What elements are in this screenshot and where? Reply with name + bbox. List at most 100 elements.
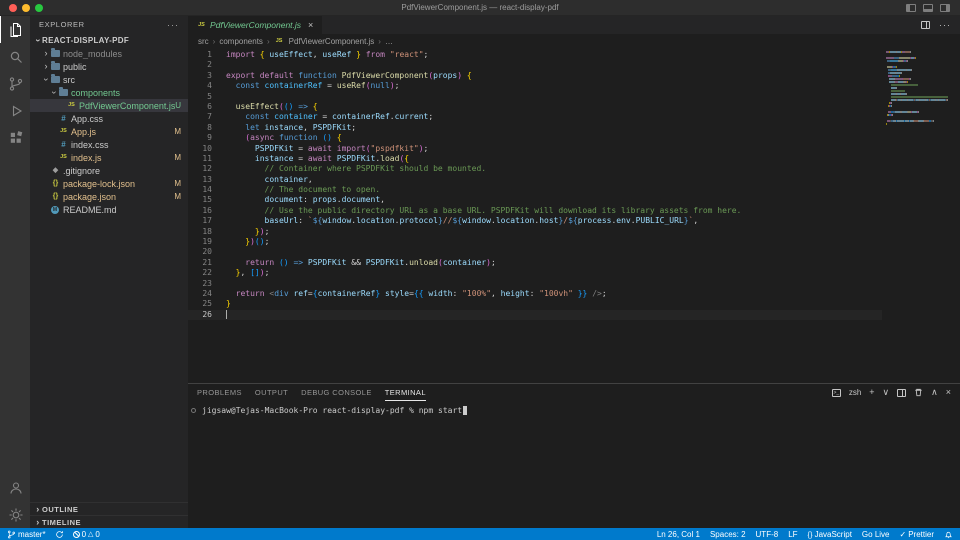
tree-item-index.js[interactable]: JSindex.jsM <box>30 151 188 164</box>
problems-item[interactable]: 0 △ 0 <box>73 530 100 539</box>
code-line[interactable]: 15 document: props.document, <box>188 195 882 205</box>
explorer-icon[interactable] <box>0 16 30 43</box>
code-line[interactable]: 5 <box>188 92 882 102</box>
tree-item-README.md[interactable]: MREADME.md <box>30 203 188 216</box>
encoding-item[interactable]: UTF-8 <box>756 530 779 539</box>
maximize-panel-chevron-up-icon[interactable]: ∧ <box>931 388 938 397</box>
git-status-badge: M <box>174 179 181 188</box>
git-status-badge: M <box>174 153 181 162</box>
tree-item-public[interactable]: ›public <box>30 60 188 73</box>
tab-terminal[interactable]: TERMINAL <box>385 384 426 401</box>
terminal-area[interactable]: jigsaw@Tejas-MacBook-Pro react-display-p… <box>188 401 960 528</box>
sync-changes-item[interactable] <box>55 530 64 539</box>
outline-section[interactable]: › OUTLINE <box>30 502 188 515</box>
eol-item[interactable]: LF <box>788 530 797 539</box>
indentation-item[interactable]: Spaces: 2 <box>710 530 746 539</box>
code-line[interactable]: 18 }); <box>188 227 882 237</box>
cursor-position-item[interactable]: Ln 26, Col 1 <box>657 530 700 539</box>
tree-item-label: index.css <box>69 140 188 150</box>
code-line[interactable]: 21 return () => PSPDFKit && PSPDFKit.unl… <box>188 258 882 268</box>
tree-item-package.json[interactable]: {}package.jsonM <box>30 190 188 203</box>
tab-debug-console[interactable]: DEBUG CONSOLE <box>301 384 372 401</box>
tree-item-index.css[interactable]: #index.css <box>30 138 188 151</box>
close-tab-icon[interactable]: × <box>308 20 313 30</box>
code-line[interactable]: 13 container, <box>188 175 882 185</box>
project-root-folder[interactable]: › REACT-DISPLAY-PDF <box>30 33 188 47</box>
code-line[interactable]: 12 // Container where PSPDFKit should be… <box>188 164 882 174</box>
code-line[interactable]: 24 return <div ref={containerRef} style=… <box>188 289 882 299</box>
accounts-icon[interactable] <box>0 474 30 501</box>
folder-icon <box>59 89 68 96</box>
bottom-panel: PROBLEMS OUTPUT DEBUG CONSOLE TERMINAL >… <box>188 383 960 528</box>
explorer-more-actions-icon[interactable]: ··· <box>167 20 179 30</box>
line-number: 16 <box>188 206 212 216</box>
search-icon[interactable] <box>0 43 30 70</box>
breadcrumb-symbol[interactable]: … <box>385 37 393 46</box>
git-branch-item[interactable]: master* <box>7 530 46 539</box>
line-number: 20 <box>188 247 212 257</box>
close-window-icon[interactable] <box>9 4 17 12</box>
code-line[interactable]: 16 // Use the public directory URL as a … <box>188 206 882 216</box>
code-line[interactable]: 6 useEffect(() => { <box>188 102 882 112</box>
settings-gear-icon[interactable] <box>0 501 30 528</box>
minimize-window-icon[interactable] <box>22 4 30 12</box>
tab-output[interactable]: OUTPUT <box>255 384 288 401</box>
code-line[interactable]: 19 })(); <box>188 237 882 247</box>
tree-item-.gitignore[interactable]: ◆.gitignore <box>30 164 188 177</box>
code-line[interactable]: 10 PSPDFKit = await import("pspdfkit"); <box>188 144 882 154</box>
code-line[interactable]: 8 let instance, PSPDFKit; <box>188 123 882 133</box>
breadcrumb-file[interactable]: PdfViewerComponent.js <box>289 37 375 46</box>
prettier-item[interactable]: ✓ Prettier <box>900 530 935 539</box>
code-line[interactable]: 22 }, []); <box>188 268 882 278</box>
code-line[interactable]: 23 <box>188 279 882 289</box>
line-number: 7 <box>188 112 212 122</box>
timeline-section[interactable]: › TIMELINE <box>30 515 188 528</box>
code-line[interactable]: 26 <box>188 310 882 320</box>
tree-item-src[interactable]: ›src <box>30 73 188 86</box>
code-editor[interactable]: 1import { useEffect, useRef } from "reac… <box>188 48 960 383</box>
go-live-item[interactable]: Go Live <box>862 530 890 539</box>
code-line[interactable]: 20 <box>188 247 882 257</box>
trash-icon[interactable] <box>914 388 923 397</box>
tree-item-App.js[interactable]: JSApp.jsM <box>30 125 188 138</box>
new-terminal-plus-icon[interactable]: + <box>869 388 874 397</box>
tree-item-PdfViewerComponent.js[interactable]: JSPdfViewerComponent.jsU <box>30 99 188 112</box>
zoom-window-icon[interactable] <box>35 4 43 12</box>
tree-item-components[interactable]: ›components <box>30 86 188 99</box>
code-line[interactable]: 4 const containerRef = useRef(null); <box>188 81 882 91</box>
source-control-icon[interactable] <box>0 70 30 97</box>
tab-pdfviewercomponent[interactable]: JS PdfViewerComponent.js × <box>188 16 323 34</box>
minimap[interactable] <box>886 51 954 129</box>
chevron-right-icon: › <box>213 37 216 46</box>
code-line[interactable]: 2 <box>188 60 882 70</box>
split-terminal-icon[interactable] <box>897 389 906 397</box>
line-number: 17 <box>188 216 212 226</box>
code-line[interactable]: 3export default function PdfViewerCompon… <box>188 71 882 81</box>
tree-item-package-lock.json[interactable]: {}package-lock.jsonM <box>30 177 188 190</box>
code-line[interactable]: 7 const container = containerRef.current… <box>188 112 882 122</box>
run-and-debug-icon[interactable] <box>0 97 30 124</box>
language-mode-item[interactable]: {} JavaScript <box>808 530 852 539</box>
notifications-bell-icon[interactable] <box>944 530 953 539</box>
code-line[interactable]: 14 // The document to open. <box>188 185 882 195</box>
code-line[interactable]: 1import { useEffect, useRef } from "reac… <box>188 50 882 60</box>
shell-label[interactable]: zsh <box>849 388 861 397</box>
chevron-down-icon[interactable]: ∨ <box>883 388 890 397</box>
toggle-secondary-sidebar-icon[interactable] <box>940 4 950 12</box>
tab-problems[interactable]: PROBLEMS <box>197 384 242 401</box>
toggle-panel-icon[interactable] <box>923 4 933 12</box>
code-line[interactable]: 11 instance = await PSPDFKit.load({ <box>188 154 882 164</box>
code-line[interactable]: 25} <box>188 299 882 309</box>
toggle-sidebar-icon[interactable] <box>906 4 916 12</box>
close-panel-icon[interactable]: × <box>946 388 951 397</box>
code-line[interactable]: 17 baseUrl: `${window.location.protocol}… <box>188 216 882 226</box>
split-editor-icon[interactable] <box>921 21 930 29</box>
breadcrumb-components[interactable]: components <box>219 37 263 46</box>
extensions-icon[interactable] <box>0 124 30 151</box>
breadcrumb-src[interactable]: src <box>198 37 209 46</box>
editor-more-actions-icon[interactable]: ··· <box>939 20 951 30</box>
tree-item-node_modules[interactable]: ›node_modules <box>30 47 188 60</box>
tree-item-App.css[interactable]: #App.css <box>30 112 188 125</box>
code-line[interactable]: 9 (async function () { <box>188 133 882 143</box>
line-number: 6 <box>188 102 212 112</box>
